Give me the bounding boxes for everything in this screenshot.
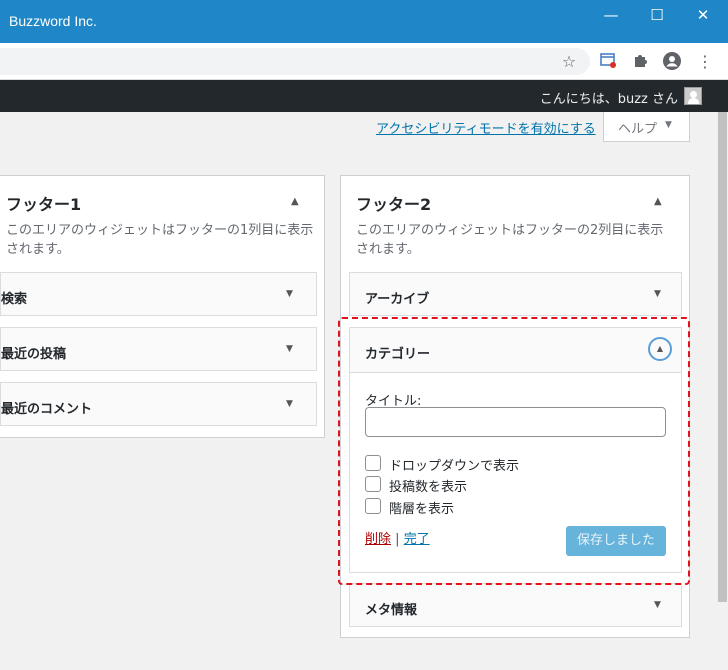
widget-recent-posts[interactable]: 最近の投稿 ▼	[0, 327, 317, 371]
collapse-up-icon[interactable]: ▲	[291, 196, 305, 208]
page-scrollbar[interactable]	[716, 112, 728, 670]
puzzle-icon[interactable]	[630, 51, 652, 73]
bookmark-star-icon[interactable]: ☆	[558, 51, 580, 73]
save-button[interactable]: 保存しました	[566, 526, 666, 556]
caret-down-icon: ▼	[665, 120, 672, 130]
widget-title: アーカイブ	[365, 292, 430, 307]
window-title: Buzzword Inc.	[9, 13, 97, 29]
sidebar-footer-1: フッター1 ▲ このエリアのウィジェットはフッターの1列目に表示されます。 検索…	[0, 175, 325, 438]
widget-title: 検索	[1, 292, 28, 307]
done-link[interactable]: 完了	[404, 532, 430, 547]
checkbox-label[interactable]: 階層を表示	[389, 498, 454, 517]
widget-search[interactable]: 検索 ▼	[0, 272, 317, 316]
maximize-icon[interactable]: ☐	[634, 0, 680, 30]
caret-down-icon[interactable]: ▼	[654, 289, 661, 299]
widget-header[interactable]: カテゴリー ▲	[350, 328, 681, 373]
caret-down-icon[interactable]: ▼	[286, 399, 293, 409]
accessibility-mode-link[interactable]: アクセシビリティモードを有効にする	[376, 118, 596, 137]
title-input[interactable]	[365, 407, 666, 437]
minimize-icon[interactable]: —	[588, 0, 634, 30]
checkbox[interactable]	[365, 498, 381, 514]
sidebar-footer-2: フッター2 ▲ このエリアのウィジェットはフッターの2列目に表示されます。 アー…	[340, 175, 690, 638]
sidebar-description: このエリアのウィジェットはフッターの1列目に表示されます。	[6, 223, 314, 257]
sidebar-description: このエリアのウィジェットはフッターの2列目に表示されます。	[356, 223, 664, 257]
widget-title: カテゴリー	[365, 347, 431, 362]
checkbox[interactable]	[365, 476, 381, 492]
collapse-up-icon[interactable]: ▲	[648, 337, 672, 361]
extension-icon[interactable]	[597, 51, 619, 73]
sidebar-title[interactable]: フッター1	[6, 191, 81, 215]
checkbox-label[interactable]: 投稿数を表示	[389, 476, 467, 495]
sidebar-title[interactable]: フッター2	[356, 191, 431, 215]
wp-admin-bar: こんにちは、buzz さん	[0, 80, 728, 112]
user-greeting[interactable]: こんにちは、buzz さん	[540, 88, 678, 107]
link-separator: |	[395, 532, 400, 547]
checkbox-label[interactable]: ドロップダウンで表示	[389, 455, 519, 474]
caret-down-icon[interactable]: ▼	[654, 600, 661, 610]
avatar[interactable]	[684, 87, 702, 105]
scrollbar-thumb[interactable]	[718, 112, 727, 602]
browser-toolbar: ☆ ⋮	[0, 43, 728, 80]
help-label: ヘルプ	[618, 122, 658, 137]
help-button[interactable]: ヘルプ ▼	[603, 112, 690, 142]
address-bar[interactable]	[0, 48, 590, 75]
widget-recent-comments[interactable]: 最近のコメント ▼	[0, 382, 317, 426]
widget-categories: カテゴリー ▲ タイトル: ドロップダウンで表示 投稿数を表示 階層を表示 削除…	[349, 327, 682, 573]
profile-icon[interactable]	[661, 51, 683, 73]
browser-titlebar: Buzzword Inc. — ☐ ✕	[0, 0, 728, 43]
widget-archives[interactable]: アーカイブ ▼	[349, 272, 682, 316]
close-icon[interactable]: ✕	[680, 0, 726, 30]
collapse-up-icon[interactable]: ▲	[654, 196, 668, 208]
widget-title: 最近のコメント	[1, 402, 93, 417]
widget-meta[interactable]: メタ情報 ▼	[349, 583, 682, 627]
widget-title: 最近の投稿	[1, 347, 67, 362]
caret-down-icon[interactable]: ▼	[286, 344, 293, 354]
widget-title: メタ情報	[365, 603, 418, 618]
checkbox[interactable]	[365, 455, 381, 471]
widget-control-links: 削除 | 完了	[365, 528, 430, 547]
kebab-menu-icon[interactable]: ⋮	[694, 51, 716, 73]
delete-link[interactable]: 削除	[365, 532, 391, 547]
caret-down-icon[interactable]: ▼	[286, 289, 293, 299]
